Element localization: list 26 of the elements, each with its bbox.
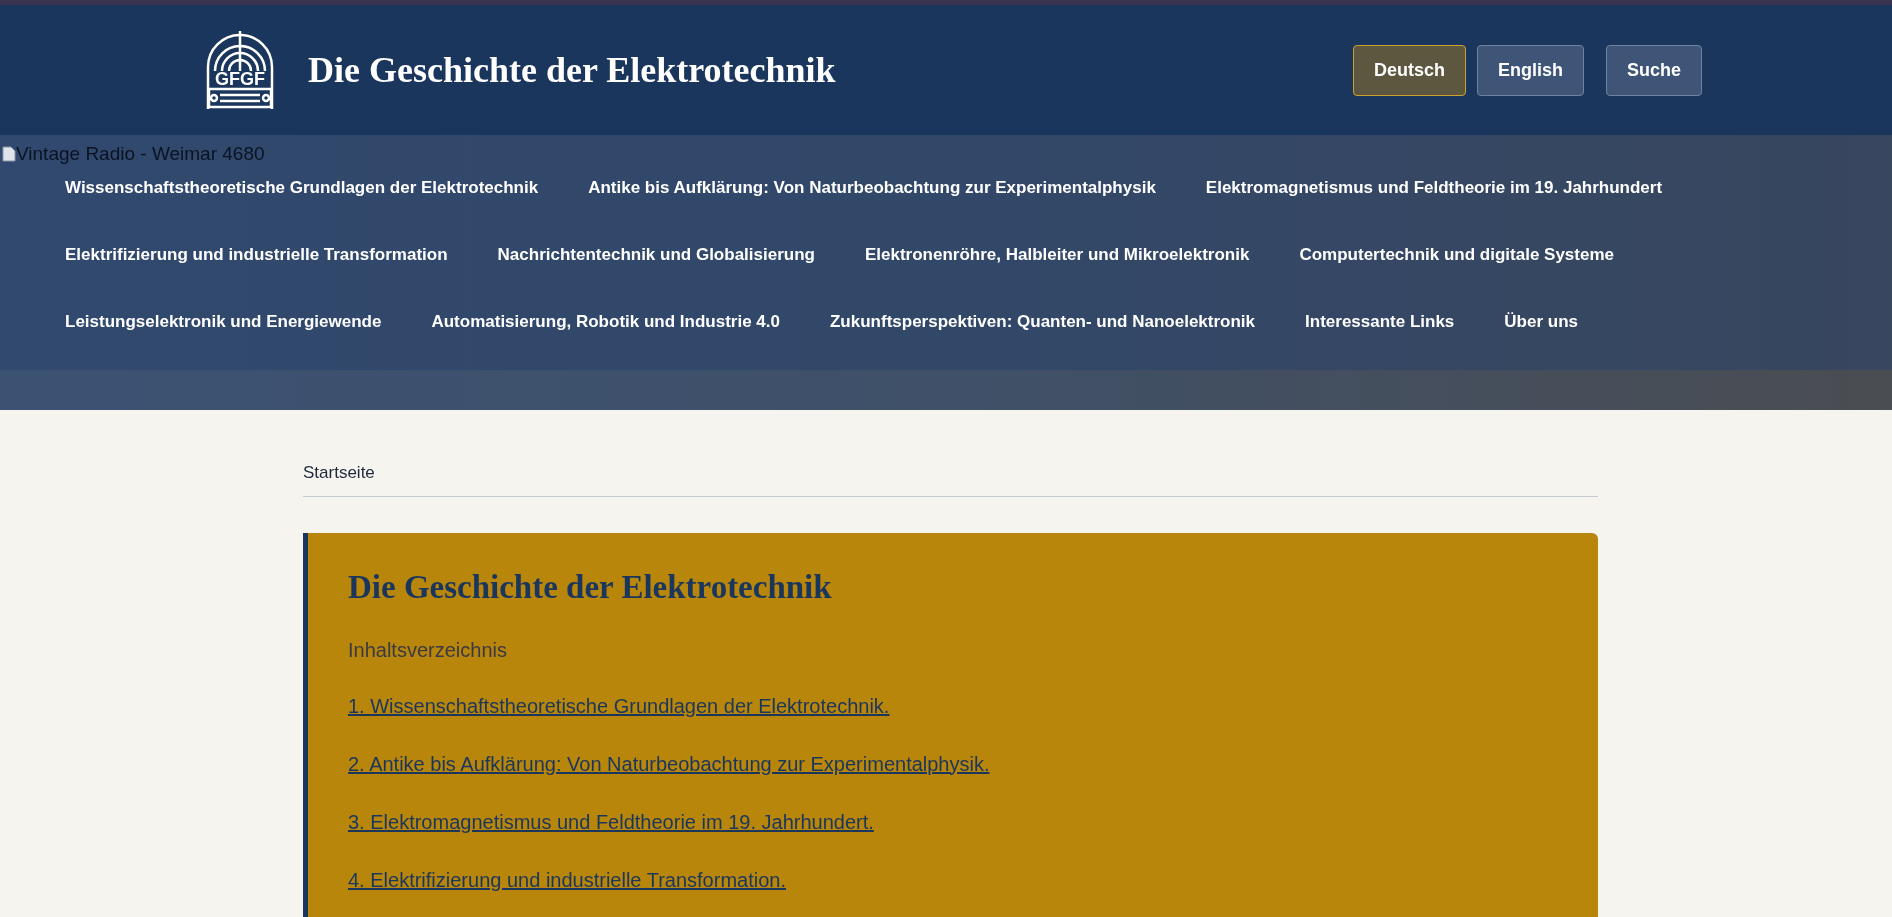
nav-link[interactable]: Interessante Links <box>1305 299 1455 366</box>
radio-logo: GFGF <box>206 31 274 109</box>
card-subtitle: Inhaltsverzeichnis <box>348 637 508 663</box>
toc-link[interactable]: 3. Elektromagnetismus und Feldtheorie im 19. Jahrhundert. <box>348 806 874 837</box>
language-button[interactable]: English <box>1476 44 1584 96</box>
toc-link[interactable]: 1. Wissenschaftstheoretische Grundlagen der Elektrotechnik. <box>348 690 890 721</box>
toc-link[interactable]: 2. Antike bis Aufklärung: Von Naturbeobachtung zur Experimentalphysik. <box>348 748 990 779</box>
broken-image-icon <box>2 146 16 162</box>
image-alt-text: Vintage Radio - Weimar 4680 <box>16 141 265 166</box>
breadcrumb-link[interactable]: Startseite <box>303 460 1598 496</box>
nav-link[interactable]: Nachrichtentechnik und Globalisierung <box>497 232 815 299</box>
nav-link[interactable]: Über uns <box>1504 299 1578 366</box>
nav-link[interactable]: Zukunftsperspektiven: Quanten- und Nanoelektronik <box>830 299 1256 366</box>
nav-link[interactable]: Elektrifizierung und industrielle Transformation <box>65 232 448 299</box>
nav-link[interactable]: Elektronenröhre, Halbleiter und Mikroelektronik <box>864 232 1250 299</box>
nav-link[interactable]: Automatisierung, Robotik und Industrie 4.0 <box>431 299 780 366</box>
nav-link[interactable]: Antike bis Aufklärung: Von Naturbeobachtung zur Experimentalphysik <box>588 165 1156 232</box>
nav-link[interactable]: Wissenschaftstheoretische Grundlagen der Elektrotechnik <box>65 165 539 232</box>
nav-link[interactable]: Leistungselektronik und Energiewende <box>65 299 382 366</box>
search-button[interactable]: Suche <box>1605 44 1702 96</box>
toc-link[interactable]: 4. Elektrifizierung und industrielle Transformation. <box>348 864 786 895</box>
nav-link[interactable]: Computertechnik und digitale Systeme <box>1299 232 1614 299</box>
site-title: Die Geschichte der Elektrotechnik <box>308 49 836 92</box>
language-button[interactable]: Deutsch <box>1352 44 1466 96</box>
nav-link[interactable]: Elektromagnetismus und Feldtheorie im 19. Jahrhundert <box>1205 165 1663 232</box>
card-title: Die Geschichte der Elektrotechnik <box>348 568 833 607</box>
